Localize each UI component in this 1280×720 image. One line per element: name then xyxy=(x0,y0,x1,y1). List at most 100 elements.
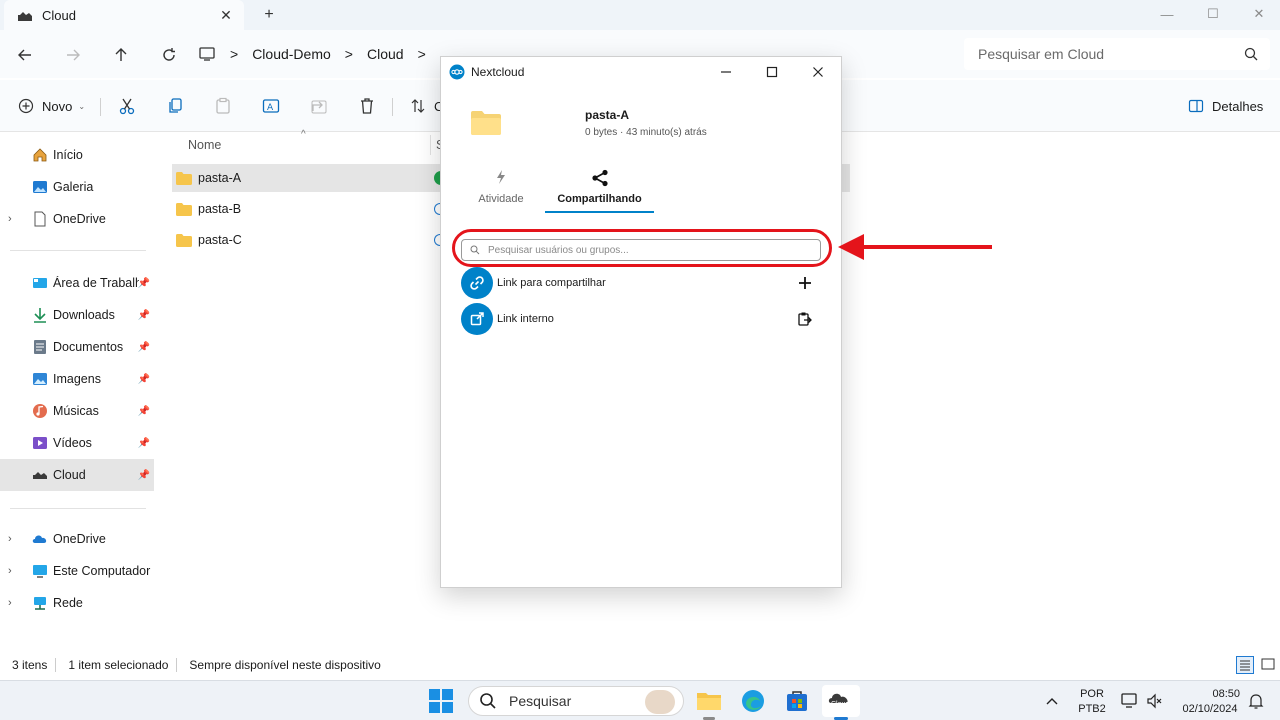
tab-activity[interactable]: Atividade xyxy=(471,169,531,205)
sidebar-item-label: Downloads xyxy=(53,308,115,322)
windows-start-icon[interactable] xyxy=(428,688,454,714)
dialog-close-button[interactable] xyxy=(795,57,841,87)
internal-link-row[interactable]: Link interno xyxy=(461,303,821,335)
volume-muted-icon[interactable] xyxy=(1146,692,1164,710)
delete-button[interactable] xyxy=(358,94,376,118)
clock-time: 08:50 xyxy=(1212,687,1240,700)
arrow-up-icon xyxy=(115,48,127,61)
back-button[interactable] xyxy=(12,42,38,68)
details-button[interactable]: Detalhes xyxy=(1188,94,1263,118)
forward-button[interactable] xyxy=(60,42,86,68)
tab-cloud[interactable]: Cloud ✕ xyxy=(4,0,244,30)
new-tab-button[interactable]: + xyxy=(258,4,280,26)
sidebar-item-rede[interactable]: › Rede xyxy=(0,589,154,617)
tab-sharing[interactable]: Compartilhando xyxy=(545,169,654,205)
sidebar-item-musicas[interactable]: Músicas 📌 xyxy=(0,397,154,425)
pin-icon: 📌 xyxy=(137,277,150,289)
keyboard-layout-label: PTB2 xyxy=(1078,702,1106,715)
store-icon[interactable] xyxy=(784,688,810,714)
close-icon xyxy=(813,67,823,77)
breadcrumb-cloud[interactable]: Cloud xyxy=(367,46,404,62)
cloud-app-button[interactable]: Cloud xyxy=(822,685,860,717)
divider xyxy=(100,98,101,116)
sidebar-item-galeria[interactable]: Galeria xyxy=(0,173,154,201)
chevron-right-icon[interactable]: › xyxy=(8,213,12,225)
divider xyxy=(176,658,178,672)
home-icon xyxy=(33,148,47,162)
nextcloud-share-dialog: Nextcloud pasta-A 0 bytes · 43 minuto(s)… xyxy=(440,56,842,588)
sort-button[interactable]: C xyxy=(410,94,443,118)
rename-button[interactable]: A xyxy=(262,94,280,118)
sidebar-item-imagens[interactable]: Imagens 📌 xyxy=(0,365,154,393)
language-indicator[interactable]: POR PTB2 xyxy=(1072,681,1112,720)
nextcloud-logo-icon xyxy=(449,64,465,80)
folder-icon xyxy=(471,111,501,135)
cut-button[interactable] xyxy=(118,94,136,118)
minimize-button[interactable]: — xyxy=(1144,0,1190,28)
edge-browser-icon[interactable] xyxy=(740,688,766,714)
tab-activity-label: Atividade xyxy=(478,193,524,205)
document-icon xyxy=(34,211,46,227)
tiles-view-button[interactable] xyxy=(1260,656,1278,674)
folder-icon xyxy=(176,171,192,185)
new-button[interactable]: Novo ⌄ xyxy=(18,94,85,118)
rename-icon: A xyxy=(262,99,280,113)
taskbar: Pesquisar Cloud POR PTB2 08:50 02/10/202… xyxy=(0,680,1280,720)
dialog-maximize-button[interactable] xyxy=(749,57,795,87)
paste-button[interactable] xyxy=(214,94,232,118)
search-input[interactable]: Pesquisar em Cloud xyxy=(964,38,1270,70)
chevron-up-icon[interactable] xyxy=(1045,695,1059,707)
chevron-right-icon[interactable]: › xyxy=(8,565,12,577)
chevron-right-icon[interactable]: › xyxy=(8,533,12,545)
file-name: pasta-A xyxy=(198,171,242,185)
sidebar-item-este-computador[interactable]: › Este Computador xyxy=(0,557,154,585)
folder-icon xyxy=(176,202,192,216)
add-share-link-button[interactable] xyxy=(797,275,813,291)
share-button[interactable] xyxy=(310,94,328,118)
sidebar-item-label: Documentos xyxy=(53,340,124,354)
copy-internal-link-button[interactable] xyxy=(797,311,813,327)
videos-icon xyxy=(33,437,47,449)
up-button[interactable] xyxy=(108,42,134,68)
sidebar-item-onedrive-doc[interactable]: › OneDrive xyxy=(0,205,154,233)
sidebar-item-documentos[interactable]: Documentos 📌 xyxy=(0,333,154,361)
breadcrumb-separator: > xyxy=(230,46,239,62)
computer-icon xyxy=(33,565,47,578)
sort-icon xyxy=(411,99,425,113)
column-header-name[interactable]: Nome xyxy=(188,138,221,152)
refresh-button[interactable] xyxy=(156,42,182,68)
monitor-network-icon[interactable] xyxy=(1120,692,1138,710)
sidebar-item-inicio[interactable]: Início xyxy=(0,141,154,169)
link-icon xyxy=(461,267,493,299)
scissors-icon xyxy=(119,98,135,115)
taskbar-search[interactable]: Pesquisar xyxy=(468,686,684,716)
chevron-right-icon[interactable]: › xyxy=(8,597,12,609)
divider xyxy=(10,250,146,251)
svg-text:A: A xyxy=(267,103,274,113)
share-link-row[interactable]: Link para compartilhar xyxy=(461,267,821,299)
pin-icon: 📌 xyxy=(137,469,150,481)
gallery-icon xyxy=(33,181,47,193)
dialog-minimize-button[interactable] xyxy=(703,57,749,87)
status-bar: 3 itens 1 item selecionado Sempre dispon… xyxy=(0,653,1280,677)
availability-status: Sempre disponível neste dispositivo xyxy=(189,658,381,672)
search-icon xyxy=(480,693,496,709)
sidebar-item-downloads[interactable]: Downloads 📌 xyxy=(0,301,154,329)
sidebar-item-label: OneDrive xyxy=(53,532,106,546)
sidebar-item-onedrive[interactable]: › OneDrive xyxy=(0,525,154,553)
close-window-button[interactable]: ✕ xyxy=(1236,0,1280,28)
sidebar-item-cloud[interactable]: Cloud 📌 xyxy=(0,459,154,491)
maximize-button[interactable]: ☐ xyxy=(1190,0,1236,28)
clock[interactable]: 08:50 02/10/2024 xyxy=(1172,681,1248,720)
breadcrumb-cloud-demo[interactable]: Cloud-Demo xyxy=(252,46,331,62)
details-view-button[interactable] xyxy=(1236,656,1254,674)
notification-bell-icon[interactable] xyxy=(1248,692,1264,710)
trash-icon xyxy=(361,98,373,114)
sidebar-item-area-de-trabalho[interactable]: Área de Trabalho 📌 xyxy=(0,269,154,297)
sidebar-item-videos[interactable]: Vídeos 📌 xyxy=(0,429,154,457)
file-explorer-icon[interactable] xyxy=(696,688,722,714)
pin-icon: 📌 xyxy=(137,405,150,417)
tab-close-button[interactable]: ✕ xyxy=(214,7,238,24)
copy-button[interactable] xyxy=(166,94,184,118)
sidebar-item-label: Cloud xyxy=(53,468,86,482)
